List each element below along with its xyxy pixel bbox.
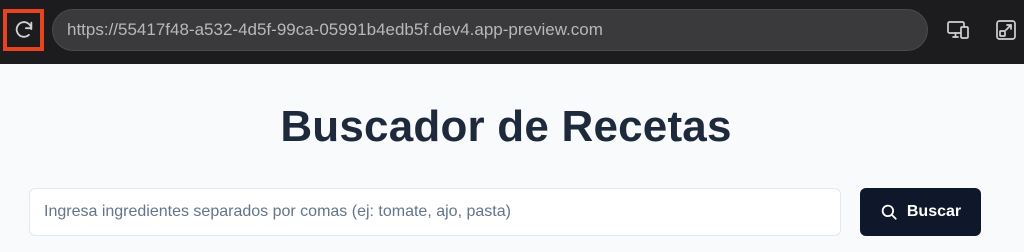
- address-bar[interactable]: https://55417f48-a532-4d5f-99ca-05991b4e…: [52, 9, 928, 51]
- ingredients-search-input[interactable]: [29, 188, 841, 236]
- reload-icon: [15, 21, 32, 38]
- page-title: Buscador de Recetas: [280, 102, 732, 151]
- browser-toolbar: https://55417f48-a532-4d5f-99ca-05991b4e…: [0, 0, 1024, 64]
- url-text: https://55417f48-a532-4d5f-99ca-05991b4e…: [67, 20, 603, 39]
- devices-icon: [947, 21, 969, 39]
- open-external-icon: [996, 20, 1016, 40]
- device-preview-button[interactable]: [946, 18, 970, 42]
- search-icon: [881, 204, 897, 220]
- search-button-label: Buscar: [906, 203, 962, 220]
- reload-button[interactable]: [3, 9, 44, 51]
- search-button[interactable]: Buscar: [860, 188, 981, 236]
- open-external-button[interactable]: [994, 18, 1018, 42]
